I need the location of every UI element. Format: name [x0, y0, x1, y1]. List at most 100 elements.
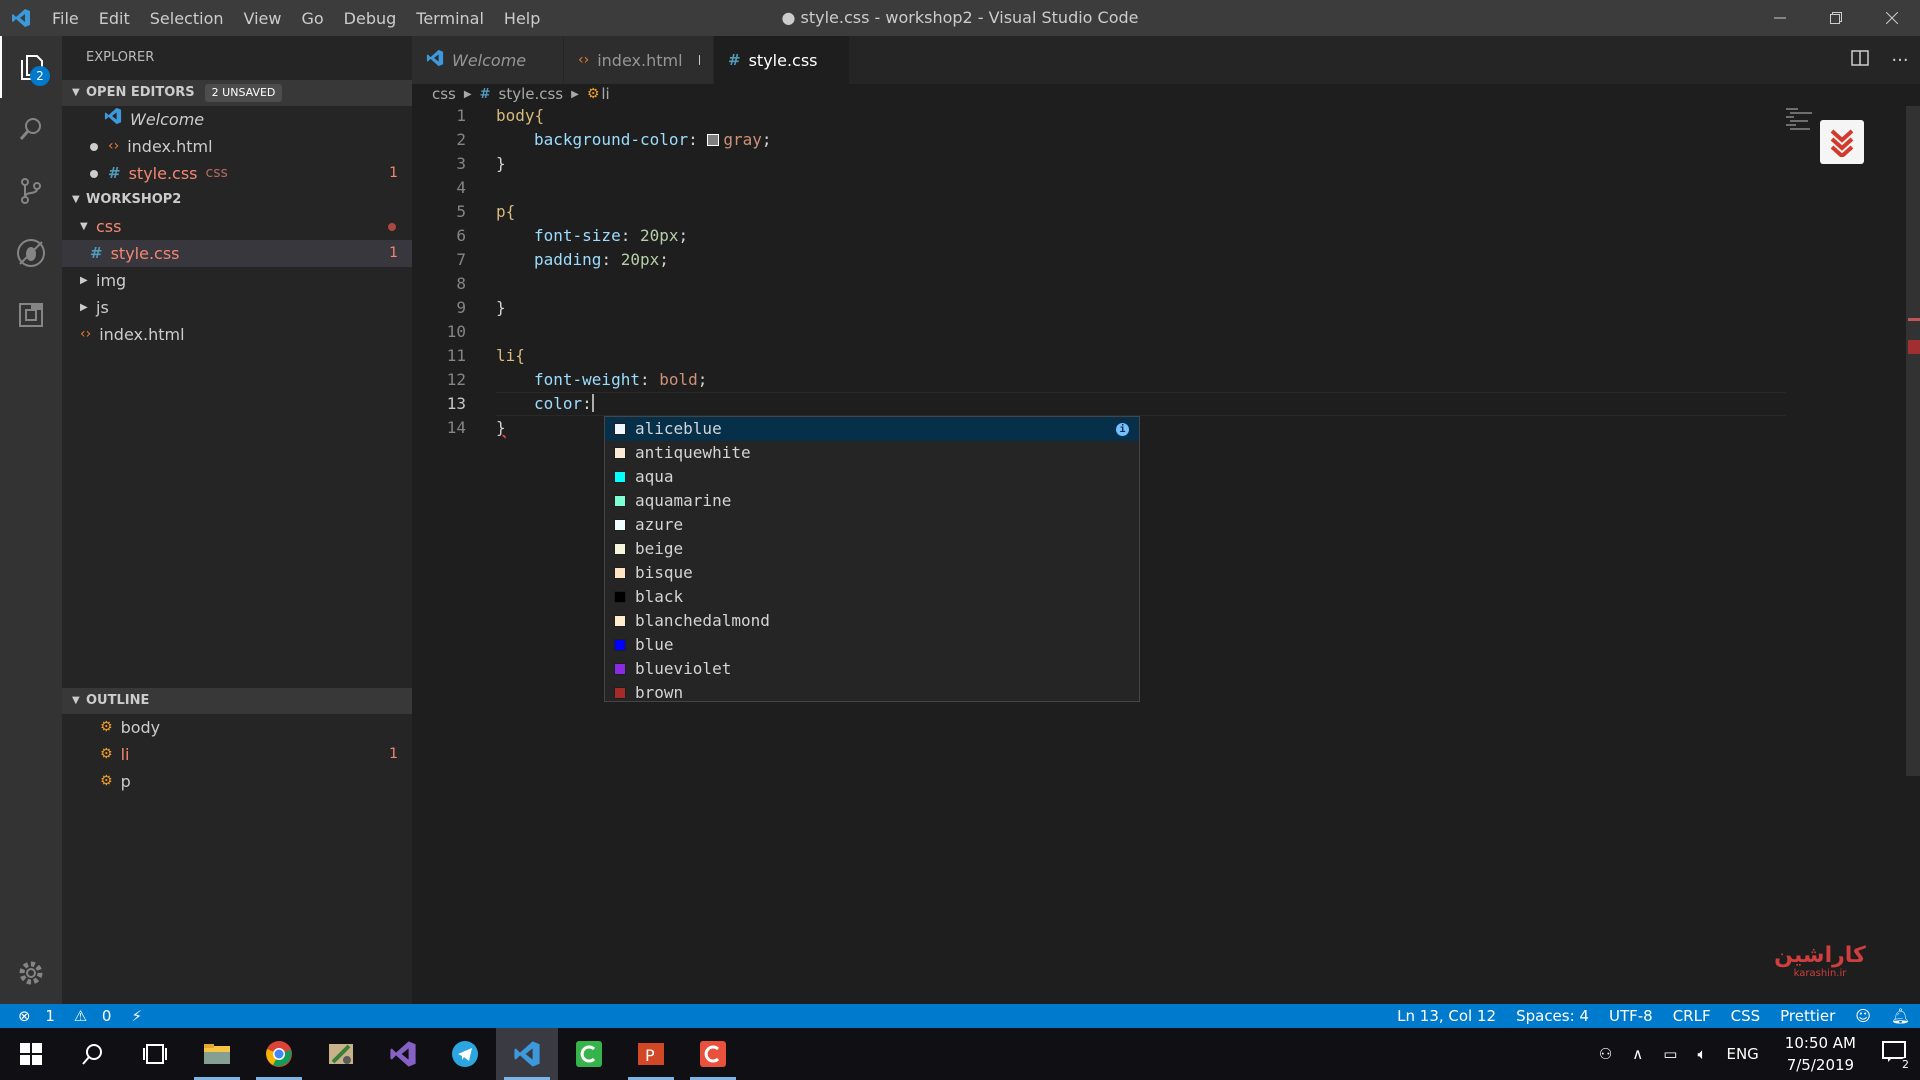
- vscode-taskbar-icon[interactable]: [496, 1028, 558, 1080]
- notification-count: 2: [1899, 1058, 1912, 1071]
- workspace-header[interactable]: ▼ WORKSHOP2: [62, 187, 412, 213]
- outline-header[interactable]: ▼ OUTLINE: [62, 688, 412, 714]
- tree-folder-js[interactable]: ▶ js: [62, 294, 412, 321]
- source-control-icon[interactable]: [0, 160, 62, 222]
- outline-item-body[interactable]: ⚙ body: [62, 714, 412, 741]
- problems-indicator[interactable]: ⊗ 1 ⚠ 0: [18, 1007, 121, 1025]
- notification-bell-icon[interactable]: 🔔︎: [1891, 1007, 1910, 1025]
- volume-icon[interactable]: 🔈︎: [1697, 1045, 1706, 1063]
- suggestion-item[interactable]: azure: [605, 513, 1139, 537]
- open-editor-style-css[interactable]: # style.css css 1: [62, 160, 412, 187]
- tree-file-index-html[interactable]: ‹› index.html: [62, 321, 412, 348]
- unsaved-dot-icon[interactable]: [90, 169, 98, 178]
- windows-start-icon[interactable]: [0, 1028, 62, 1080]
- unsaved-dot-icon[interactable]: [90, 142, 98, 151]
- more-actions-icon[interactable]: ···: [1880, 50, 1920, 71]
- suggestion-item[interactable]: antiquewhite: [605, 441, 1139, 465]
- outline-item-p[interactable]: ⚙ p: [62, 768, 412, 795]
- suggestion-item[interactable]: blueviolet: [605, 657, 1139, 681]
- settings-gear-icon[interactable]: [0, 942, 62, 1004]
- tree-file-style-css[interactable]: # style.css 1: [62, 240, 412, 267]
- encoding[interactable]: UTF-8: [1609, 1007, 1653, 1025]
- tab-label: style.css: [748, 50, 818, 70]
- clock[interactable]: 10:50 AM 7/5/2019: [1785, 1032, 1856, 1076]
- debug-icon[interactable]: [0, 222, 62, 284]
- input-language[interactable]: ENG: [1726, 1045, 1758, 1063]
- task-view-icon[interactable]: [124, 1028, 186, 1080]
- menu-view[interactable]: View: [234, 9, 292, 28]
- action-center-icon[interactable]: 2: [1882, 1041, 1912, 1071]
- breadcrumb-folder[interactable]: css: [432, 85, 456, 103]
- taskbar-search-icon[interactable]: [62, 1028, 124, 1080]
- camtasia-green-icon[interactable]: [558, 1028, 620, 1080]
- suggestion-item[interactable]: aquamarine: [605, 489, 1139, 513]
- open-editor-welcome[interactable]: Welcome: [62, 106, 412, 133]
- suggestion-item[interactable]: black: [605, 585, 1139, 609]
- split-editor-icon[interactable]: [1840, 49, 1880, 71]
- smiley-feedback-icon[interactable]: ☺: [1855, 1007, 1871, 1025]
- html-file-icon: ‹›: [108, 138, 120, 154]
- menu-terminal[interactable]: Terminal: [406, 9, 494, 28]
- tab-index-html[interactable]: ‹› index.html: [564, 36, 714, 84]
- breadcrumb-file[interactable]: style.css: [499, 85, 564, 103]
- svg-text:P: P: [645, 1046, 655, 1065]
- css-value: 20px: [620, 250, 660, 269]
- suggestion-item[interactable]: blue: [605, 633, 1139, 657]
- menu-debug[interactable]: Debug: [334, 9, 407, 28]
- info-icon[interactable]: i: [1116, 423, 1129, 436]
- powerpoint-icon[interactable]: P: [620, 1028, 682, 1080]
- color-swatch-icon: [614, 423, 626, 435]
- breadcrumb-symbol[interactable]: li: [601, 85, 609, 103]
- visual-studio-icon[interactable]: [372, 1028, 434, 1080]
- cursor-position[interactable]: Ln 13, Col 12: [1397, 1007, 1496, 1025]
- menu-go[interactable]: Go: [291, 9, 333, 28]
- css-value: bold: [659, 370, 698, 389]
- menu-file[interactable]: File: [42, 9, 89, 28]
- chevron-up-icon[interactable]: ∧: [1632, 1045, 1643, 1063]
- chrome-icon[interactable]: [248, 1028, 310, 1080]
- tree-folder-css[interactable]: ▼ css: [62, 213, 412, 240]
- tab-style-css[interactable]: # style.css: [714, 36, 850, 84]
- people-icon[interactable]: ⚇: [1599, 1045, 1612, 1063]
- tools-app-icon[interactable]: [310, 1028, 372, 1080]
- suggestion-item[interactable]: aqua: [605, 465, 1139, 489]
- camtasia-recorder-icon[interactable]: [682, 1028, 744, 1080]
- download-arrows-icon[interactable]: [1820, 120, 1864, 164]
- explorer-icon[interactable]: 2: [0, 36, 62, 98]
- minimap[interactable]: [1786, 106, 1816, 136]
- menu-help[interactable]: Help: [494, 9, 550, 28]
- suggestion-label: blanchedalmond: [635, 611, 770, 630]
- restore-button[interactable]: [1808, 0, 1864, 36]
- language-mode[interactable]: CSS: [1731, 1007, 1761, 1025]
- telegram-icon[interactable]: [434, 1028, 496, 1080]
- suggestion-label: brown: [635, 683, 684, 702]
- suggestion-item[interactable]: beige: [605, 537, 1139, 561]
- search-icon[interactable]: [0, 98, 62, 160]
- symbol-icon: ⚙: [100, 746, 113, 762]
- vscode-icon: [426, 49, 444, 71]
- tree-folder-img[interactable]: ▶ img: [62, 267, 412, 294]
- suggestion-item[interactable]: aliceblue i: [605, 417, 1139, 441]
- minimize-button[interactable]: [1752, 0, 1808, 36]
- menu-edit[interactable]: Edit: [89, 9, 140, 28]
- end-of-line[interactable]: CRLF: [1673, 1007, 1711, 1025]
- file-explorer-icon[interactable]: [186, 1028, 248, 1080]
- open-editors-header[interactable]: ▼ OPEN EDITORS 2 UNSAVED: [62, 80, 412, 106]
- color-swatch-gray[interactable]: [707, 134, 720, 146]
- suggestion-item[interactable]: brown: [605, 681, 1139, 705]
- outline-item-li[interactable]: ⚙ li 1: [62, 741, 412, 768]
- menu-selection[interactable]: Selection: [140, 9, 234, 28]
- chevron-right-icon: ▶: [463, 88, 472, 100]
- activity-bar: 2: [0, 36, 62, 1004]
- open-editor-index-html[interactable]: ‹› index.html: [62, 133, 412, 160]
- indentation[interactable]: Spaces: 4: [1516, 1007, 1589, 1025]
- vertical-scrollbar[interactable]: [1906, 106, 1920, 776]
- extensions-icon[interactable]: [0, 284, 62, 346]
- tab-welcome[interactable]: Welcome: [412, 36, 564, 84]
- network-icon[interactable]: ▭: [1663, 1045, 1677, 1063]
- close-button[interactable]: [1864, 0, 1920, 36]
- prettier-status[interactable]: Prettier: [1780, 1007, 1835, 1025]
- suggestion-item[interactable]: bisque: [605, 561, 1139, 585]
- lightning-icon[interactable]: ⚡: [131, 1007, 142, 1025]
- suggestion-item[interactable]: blanchedalmond: [605, 609, 1139, 633]
